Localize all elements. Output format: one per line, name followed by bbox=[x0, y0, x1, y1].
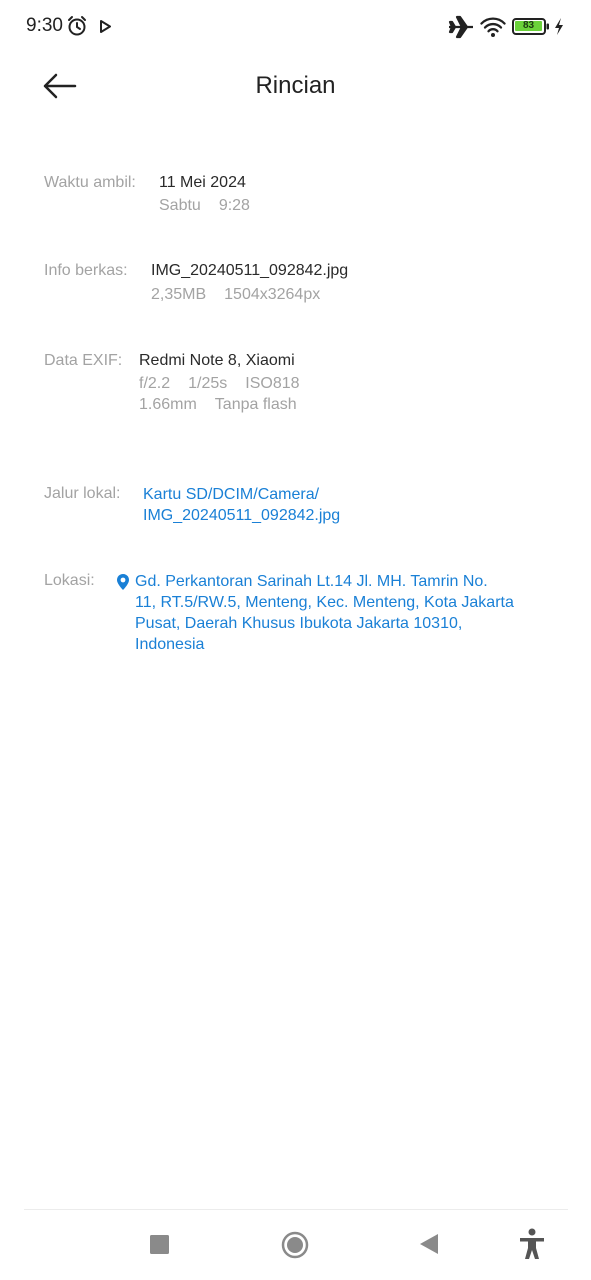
page-title: Rincian bbox=[255, 72, 336, 99]
file-name: IMG_20240511_092842.jpg bbox=[151, 262, 349, 279]
exif-lens: 1.66mm Tanpa flash bbox=[139, 396, 297, 414]
accessibility-icon bbox=[520, 1228, 544, 1259]
taken-day-time: Sabtu 9:28 bbox=[159, 197, 250, 215]
taken-label: Waktu ambil: bbox=[44, 174, 136, 191]
exif-exposure: f/2.2 1/25s ISO818 bbox=[139, 375, 300, 393]
location-link[interactable]: Gd. Perkantoran Sarinah Lt.14 Jl. MH. Ta… bbox=[135, 571, 514, 655]
nav-back-button[interactable] bbox=[419, 1233, 439, 1260]
location-line-4: Indonesia bbox=[135, 636, 205, 653]
location-pin-icon bbox=[116, 573, 130, 596]
path-line-2: IMG_20240511_092842.jpg bbox=[143, 507, 341, 524]
file-meta: 2,35MB 1504x3264px bbox=[151, 286, 320, 304]
exif-shutter: 1/25s bbox=[188, 375, 228, 392]
exif-label: Data EXIF: bbox=[44, 352, 123, 369]
path-label: Jalur lokal: bbox=[44, 485, 121, 502]
alarm-icon bbox=[66, 15, 88, 42]
accessibility-button[interactable] bbox=[518, 1228, 546, 1265]
status-bar: 9:30 83 bbox=[0, 0, 591, 54]
location-line-2: 11, RT.5/RW.5, Menteng, Kec. Menteng, Ko… bbox=[135, 594, 514, 611]
recents-button[interactable] bbox=[150, 1235, 169, 1259]
taken-time: 9:28 bbox=[218, 197, 250, 214]
battery-icon: 83 bbox=[512, 18, 550, 35]
file-resolution: 1504x3264px bbox=[224, 286, 321, 303]
location-label: Lokasi: bbox=[44, 572, 95, 589]
taken-day: Sabtu bbox=[159, 197, 201, 214]
nav-divider bbox=[24, 1209, 568, 1210]
play-icon bbox=[99, 20, 111, 38]
location-line-1: Gd. Perkantoran Sarinah Lt.14 Jl. MH. Ta… bbox=[135, 573, 488, 590]
exif-flash: Tanpa flash bbox=[214, 396, 297, 413]
local-path-link[interactable]: Kartu SD/DCIM/Camera/ IMG_20240511_09284… bbox=[143, 484, 340, 526]
exif-device: Redmi Note 8, Xiaomi bbox=[139, 352, 295, 369]
file-size: 2,35MB bbox=[151, 286, 207, 303]
home-circle-icon bbox=[281, 1231, 309, 1259]
charging-icon bbox=[553, 17, 565, 41]
exif-iso: ISO818 bbox=[245, 375, 300, 392]
path-line-1: Kartu SD/DCIM/Camera/ bbox=[143, 486, 320, 503]
location-line-3: Pusat, Daerah Khusus Ibukota Jakarta 103… bbox=[135, 615, 463, 632]
details-screen: 9:30 83 Rincian Waktu ambil: 11 Mei 2024… bbox=[0, 0, 591, 1280]
wifi-icon bbox=[480, 16, 506, 43]
exif-focal-length: 1.66mm bbox=[139, 396, 197, 413]
home-button[interactable] bbox=[281, 1231, 309, 1264]
back-triangle-icon bbox=[420, 1234, 438, 1254]
status-time: 9:30 bbox=[26, 15, 63, 36]
exif-aperture: f/2.2 bbox=[139, 375, 171, 392]
recents-square-icon bbox=[150, 1235, 169, 1254]
airplane-icon bbox=[448, 15, 474, 44]
taken-date: 11 Mei 2024 bbox=[159, 174, 246, 191]
file-label: Info berkas: bbox=[44, 262, 128, 279]
battery-level: 83 bbox=[515, 21, 542, 31]
